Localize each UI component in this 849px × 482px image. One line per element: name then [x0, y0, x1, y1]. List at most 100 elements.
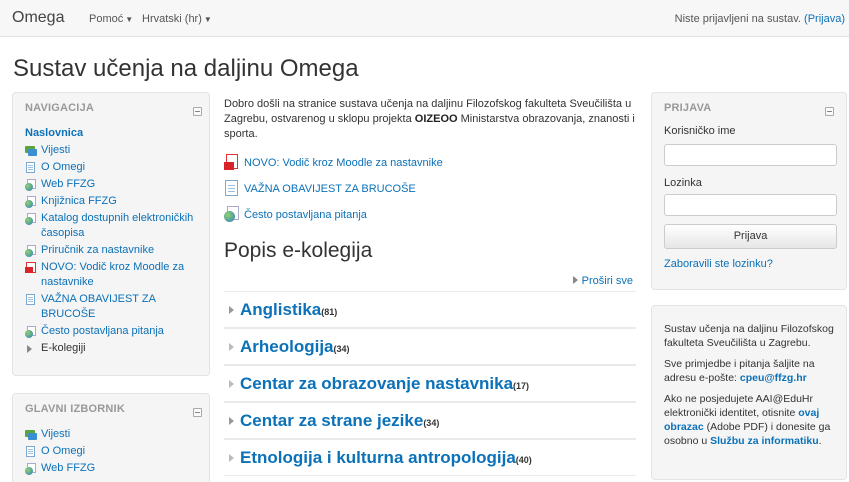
expand-all-link[interactable]: Proširi sve: [572, 275, 633, 287]
sidebar-item-label: Web FFZG: [41, 178, 96, 190]
sidebar-item[interactable]: Često postavljana pitanja: [25, 324, 205, 339]
sidebar-item[interactable]: O Omegi: [25, 444, 205, 459]
page-icon: [25, 446, 37, 457]
page-icon: [25, 162, 37, 173]
url-icon: [25, 326, 37, 338]
sidebar-item[interactable]: E-kolegiji: [25, 341, 205, 356]
course-count: (81): [321, 307, 338, 317]
info-block: Sustav učenja na daljinu Filozofskog fak…: [651, 305, 847, 480]
category-name: Centar za obrazovanje nastavnika: [240, 374, 514, 393]
collapse-icon[interactable]: [193, 107, 202, 116]
sidebar-item-label: E-kolegiji: [41, 342, 86, 354]
sidebar-item-label: Web FFZG: [41, 462, 96, 474]
main-menu-block: GLAVNI IZBORNIK Vijesti O Omegi Web FFZG: [12, 393, 210, 482]
category-link[interactable]: Etnologija i kulturna antropologija(40): [240, 448, 532, 468]
category-row[interactable]: Anglistika(81): [224, 291, 636, 328]
category-link[interactable]: Centar za obrazovanje nastavnika(17): [240, 374, 529, 394]
sidebar-item[interactable]: Knjižnica FFZG: [25, 194, 205, 209]
category-row[interactable]: Centar za strane jezike(34): [224, 402, 636, 439]
sidebar-item[interactable]: O Omegi: [25, 160, 205, 175]
info-text-span: .: [818, 435, 822, 447]
expand-arrow-icon[interactable]: [229, 306, 234, 314]
help-menu[interactable]: Pomoć ▼: [89, 13, 133, 25]
info-paragraph-3: Ako ne posjedujete AAI@EduHr elektroničk…: [664, 392, 839, 448]
password-input[interactable]: [664, 194, 837, 216]
course-count: (17): [513, 381, 530, 391]
brand-link[interactable]: Omega: [12, 9, 64, 27]
collapse-icon[interactable]: [825, 107, 834, 116]
url-icon: [25, 196, 37, 208]
login-status: Niste prijavljeni na sustav. (Prijava): [675, 13, 845, 25]
main-content: Dobro došli na stranice sustava učenja n…: [224, 97, 636, 476]
category-link[interactable]: Centar za strane jezike(34): [240, 411, 439, 431]
help-menu-label: Pomoć: [89, 13, 124, 25]
sidebar-item-label: O Omegi: [41, 445, 86, 457]
category-link[interactable]: Anglistika(81): [240, 300, 337, 320]
password-label: Lozinka: [664, 177, 702, 189]
sidebar-item[interactable]: Vijesti: [25, 143, 205, 158]
sidebar-item[interactable]: VAŽNA OBAVIJEST ZA BRUCOŠE: [25, 292, 205, 322]
forum-icon: [25, 429, 37, 440]
resource-link[interactable]: Često postavljana pitanja: [224, 206, 367, 224]
expand-arrow-icon: [25, 343, 37, 354]
sidebar-item[interactable]: Web FFZG: [25, 461, 205, 476]
info-text-span: Ako ne posjedujete AAI@EduHr elektroničk…: [664, 393, 813, 419]
sidebar-item-label: Naslovnica: [25, 127, 84, 139]
sidebar-item-label: Vijesti: [41, 144, 71, 156]
forgot-password-link[interactable]: Zaboravili ste lozinku?: [664, 258, 773, 270]
username-input[interactable]: [664, 144, 837, 166]
collapse-icon[interactable]: [193, 408, 202, 417]
login-link[interactable]: (Prijava): [804, 13, 845, 25]
sidebar-item[interactable]: Web FFZG: [25, 177, 205, 192]
login-button[interactable]: Prijava: [664, 224, 837, 249]
category-row[interactable]: Arheologija(34): [224, 328, 636, 365]
login-status-text: Niste prijavljeni na sustav.: [674, 13, 801, 25]
category-row[interactable]: Etnologija i kulturna antropologija(40): [224, 439, 636, 476]
sidebar-item[interactable]: Naslovnica: [25, 126, 205, 141]
intro-text: Dobro došli na stranice sustava učenja n…: [224, 97, 636, 142]
resource-link[interactable]: VAŽNA OBAVIJEST ZA BRUCOŠE: [224, 180, 416, 198]
top-navbar: Omega Pomoć ▼ Hrvatski (hr) ▼ Niste prijav…: [0, 0, 849, 37]
info-paragraph-2: Sve primjedbe i pitanja šaljite na adres…: [664, 357, 839, 385]
sidebar-item-label: Vijesti: [41, 428, 71, 440]
sidebar-item-label: Katalog dostupnih elektroničkih časopisa: [41, 212, 194, 239]
email-link[interactable]: cpeu@ffzg.hr: [740, 372, 807, 384]
sidebar-item[interactable]: Vijesti: [25, 427, 205, 442]
resource-label: VAŽNA OBAVIJEST ZA BRUCOŠE: [244, 183, 416, 195]
course-count: (40): [515, 455, 532, 465]
url-icon: [25, 245, 37, 257]
info-text: Sustav učenja na daljinu Filozofskog fak…: [664, 322, 839, 455]
category-link[interactable]: Arheologija(34): [240, 337, 350, 357]
block-title: NAVIGACIJA: [25, 102, 95, 114]
category-row[interactable]: Centar za obrazovanje nastavnika(17): [224, 365, 636, 402]
resource-link[interactable]: NOVO: Vodič kroz Moodle za nastavnike: [224, 154, 443, 172]
sidebar-item-label: Priručnik za nastavnike: [41, 244, 155, 256]
chevron-down-icon: ▼: [203, 15, 212, 24]
expand-arrow-icon[interactable]: [229, 454, 234, 462]
username-label: Korisničko ime: [664, 125, 736, 137]
sidebar-item-label: NOVO: Vodič kroz Moodle za nastavnike: [41, 261, 185, 288]
language-menu[interactable]: Hrvatski (hr) ▼: [142, 13, 212, 25]
sidebar-item-label: Knjižnica FFZG: [41, 195, 117, 207]
expand-arrow-icon[interactable]: [229, 417, 234, 425]
sidebar-item-label: Često postavljana pitanja: [41, 325, 164, 337]
page-title: Sustav učenja na daljinu Omega: [13, 55, 359, 82]
pdf-icon: [224, 154, 239, 171]
it-service-link[interactable]: Službu za informatiku: [710, 435, 819, 447]
expand-arrow-icon[interactable]: [229, 380, 234, 388]
page-icon: [25, 294, 37, 305]
forum-icon: [25, 145, 37, 156]
expand-arrow-icon: [572, 276, 578, 284]
sidebar-item-label: O Omegi: [41, 161, 86, 173]
block-title: PRIJAVA: [664, 102, 712, 114]
sidebar-item[interactable]: Priručnik za nastavnike: [25, 243, 205, 258]
pdf-icon: [25, 262, 37, 273]
navigation-list: Naslovnica Vijesti O Omegi Web FFZG Knjižnic…: [25, 126, 205, 358]
info-paragraph-1: Sustav učenja na daljinu Filozofskog fak…: [664, 323, 834, 349]
sidebar-item[interactable]: Katalog dostupnih elektroničkih časopisa: [25, 211, 205, 241]
expand-arrow-icon[interactable]: [229, 343, 234, 351]
main-menu-list: Vijesti O Omegi Web FFZG: [25, 427, 205, 478]
url-icon: [224, 206, 239, 223]
chevron-down-icon: ▼: [125, 15, 134, 24]
sidebar-item[interactable]: NOVO: Vodič kroz Moodle za nastavnike: [25, 260, 205, 290]
